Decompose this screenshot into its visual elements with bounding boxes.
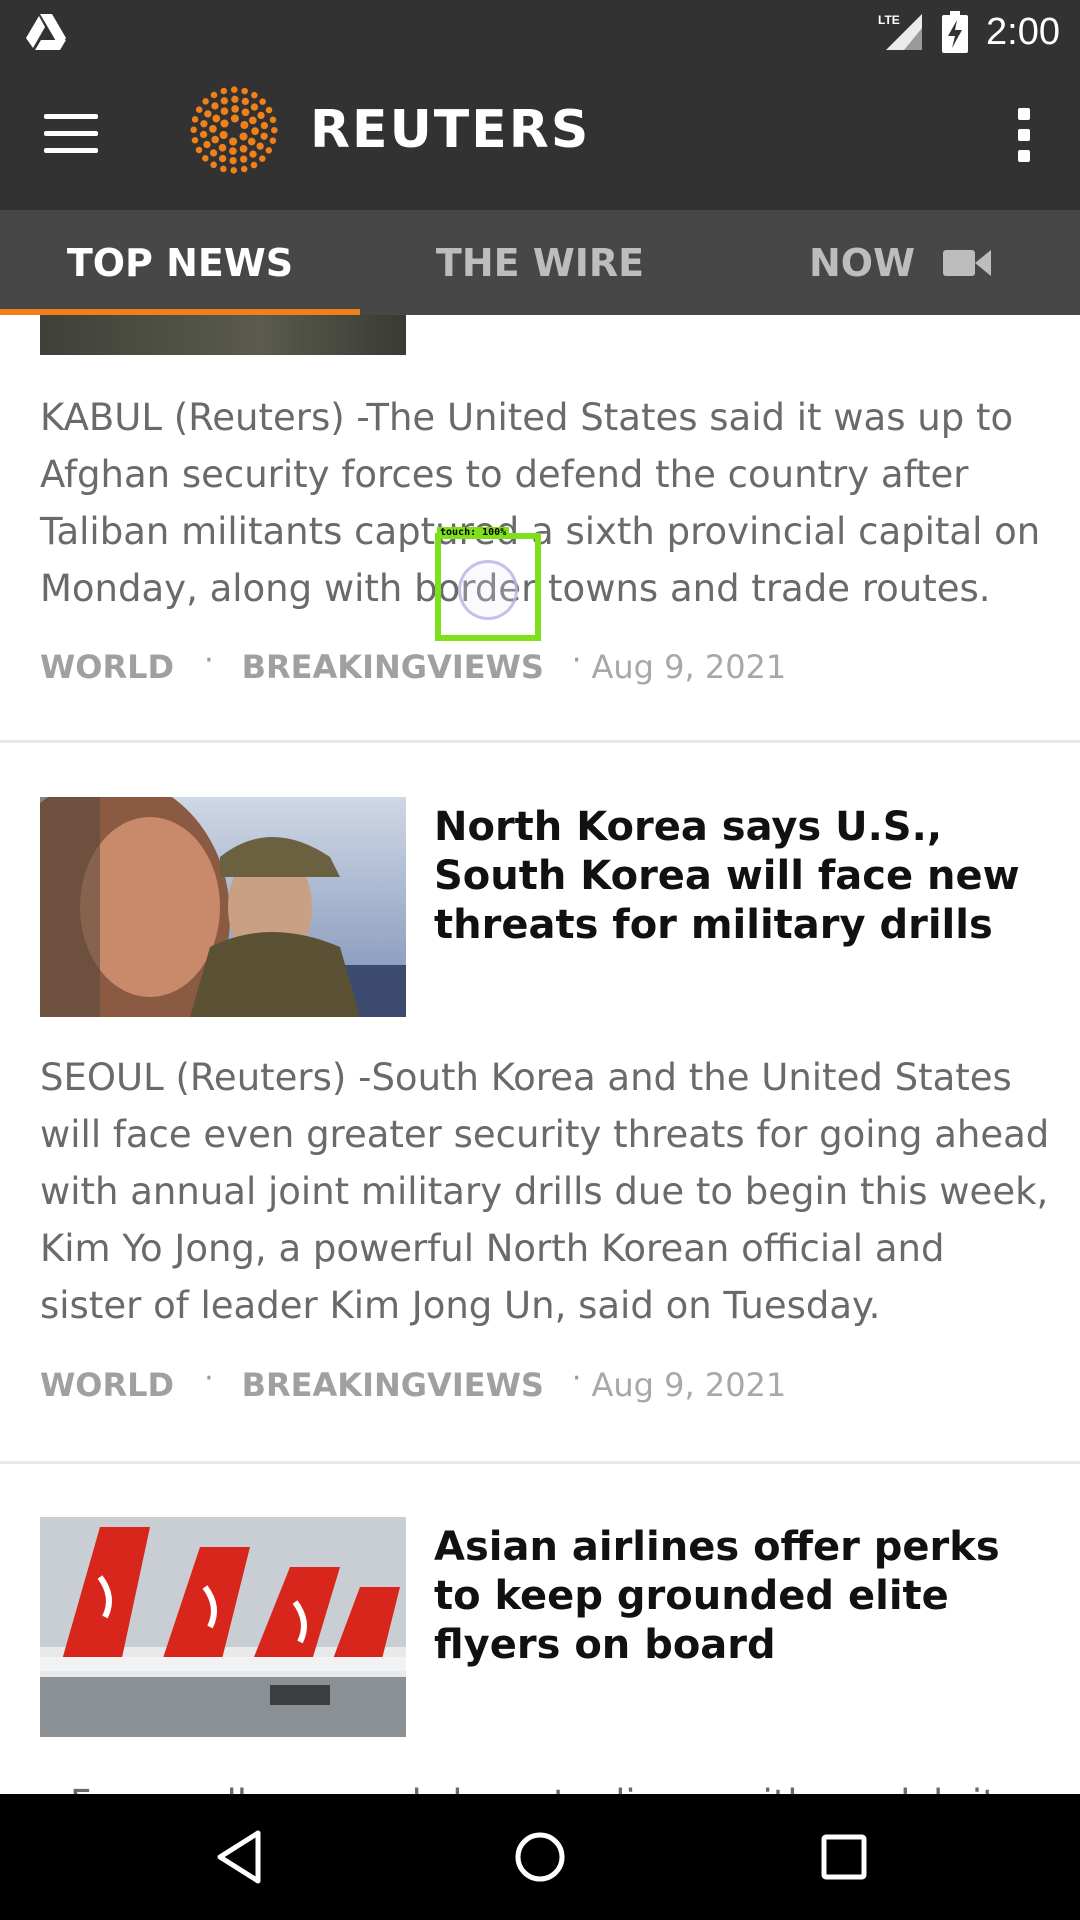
article-thumbnail[interactable] <box>40 315 406 355</box>
system-nav-bar <box>0 1794 1080 1920</box>
divider <box>0 740 1080 743</box>
category-label[interactable]: WORLD <box>40 648 174 686</box>
back-icon[interactable] <box>210 1827 270 1887</box>
tab-now[interactable]: NOW <box>720 210 1080 315</box>
home-icon[interactable] <box>510 1827 570 1887</box>
tab-label: NOW <box>808 240 916 285</box>
tab-label: TOP NEWS <box>66 240 294 285</box>
hamburger-menu-icon[interactable] <box>44 114 98 158</box>
article-meta: WORLD · BREAKINGVIEWS · Aug 9, 2021 <box>40 1361 787 1404</box>
tab-bar: TOP NEWS THE WIRE NOW <box>0 210 1080 315</box>
signal-icon: LTE <box>878 13 923 50</box>
article-thumbnail[interactable] <box>40 1517 406 1737</box>
divider <box>0 1461 1080 1464</box>
article-meta: WORLD · BREAKINGVIEWS · Aug 9, 2021 <box>40 643 787 686</box>
article-headline[interactable]: North Korea says U.S., South Korea will … <box>434 803 1044 950</box>
reuters-logo: REUTERS <box>186 82 590 178</box>
article-headline[interactable]: Asian airlines offer perks to keep groun… <box>434 1523 1044 1670</box>
drive-icon <box>26 14 66 50</box>
article-date: Aug 9, 2021 <box>591 1366 787 1404</box>
app-bar: REUTERS <box>0 64 1080 210</box>
separator-dot: · <box>571 1361 582 1396</box>
category-label[interactable]: WORLD <box>40 1366 174 1404</box>
article-summary: SEOUL (Reuters) -South Korea and the Uni… <box>40 1056 1050 1327</box>
battery-charging-icon <box>942 11 969 53</box>
separator-dot: · <box>204 643 214 678</box>
tag-label[interactable]: BREAKINGVIEWS <box>242 648 544 686</box>
separator-dot: · <box>204 1361 214 1396</box>
reuters-logo-mark <box>190 86 278 174</box>
article-summary: From wellness workshops to dinner with a… <box>70 1782 1019 1794</box>
network-label: LTE <box>878 13 900 27</box>
touch-indicator-label: touch: 100% <box>437 527 510 538</box>
airplanes-photo <box>40 1517 406 1737</box>
separator-dot: · <box>571 643 582 678</box>
touch-point <box>458 560 518 620</box>
logo-text: REUTERS <box>310 100 591 160</box>
article-thumbnail[interactable] <box>40 797 406 1017</box>
article-date: Aug 9, 2021 <box>591 648 787 686</box>
tab-top-news[interactable]: TOP NEWS <box>0 210 360 315</box>
tag-label[interactable]: BREAKINGVIEWS <box>242 1366 544 1404</box>
clock: 2:00 <box>986 10 1060 53</box>
video-camera-icon <box>943 248 992 278</box>
article-summary: KABUL (Reuters) -The United States said … <box>40 396 1041 610</box>
status-bar: LTE 2:00 <box>0 0 1080 64</box>
recents-icon[interactable] <box>814 1827 874 1887</box>
soldiers-photo <box>40 797 406 1017</box>
tab-label: THE WIRE <box>435 240 645 285</box>
more-vert-icon[interactable] <box>1004 108 1044 168</box>
tab-the-wire[interactable]: THE WIRE <box>360 210 720 315</box>
